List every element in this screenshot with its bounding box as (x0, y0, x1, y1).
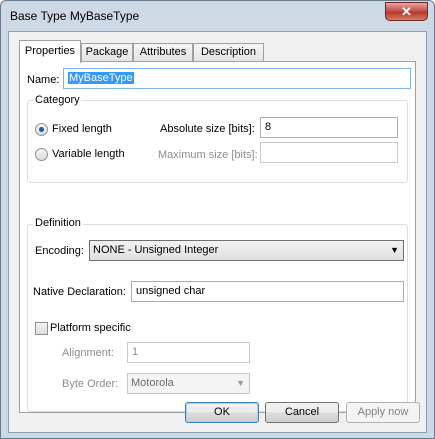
ok-button[interactable]: OK (185, 402, 259, 423)
tab-package[interactable]: Package (81, 43, 133, 62)
close-icon: ✕ (401, 4, 412, 19)
cancel-button[interactable]: Cancel (265, 402, 339, 423)
tab-label: Properties (24, 45, 76, 57)
close-button[interactable]: ✕ (385, 2, 428, 21)
encoding-select[interactable]: NONE - Unsigned Integer ▼ (89, 240, 404, 261)
native-declaration-input[interactable]: unsigned char (131, 281, 404, 302)
absolute-size-label: Absolute size [bits]: (160, 123, 255, 135)
byte-order-select[interactable]: Motorola ▼ (127, 373, 250, 394)
chevron-down-icon: ▼ (390, 245, 399, 255)
tab-label: Attributes (139, 46, 187, 58)
variable-length-radio[interactable] (35, 148, 48, 161)
platform-specific-checkbox[interactable] (35, 322, 48, 335)
variable-length-label[interactable]: Variable length (52, 148, 125, 160)
name-input[interactable]: MyBaseType (63, 68, 411, 89)
platform-specific-label[interactable]: Platform specific (50, 322, 131, 334)
alignment-input[interactable]: 1 (127, 342, 250, 363)
native-declaration-label: Native Declaration: (33, 286, 126, 298)
chevron-down-icon: ▼ (236, 378, 245, 388)
tab-label: Description (200, 46, 257, 58)
byte-order-label: Byte Order: (62, 378, 119, 390)
window-title: Base Type MyBaseType (10, 9, 140, 23)
maximum-size-label: Maximum size [bits]: (158, 149, 258, 161)
encoding-value: NONE - Unsigned Integer (93, 244, 219, 256)
tab-attributes[interactable]: Attributes (133, 43, 193, 62)
byte-order-value: Motorola (131, 377, 174, 389)
alignment-label: Alignment: (62, 347, 114, 359)
encoding-label: Encoding: (35, 245, 84, 257)
properties-panel: Name: MyBaseType Category Fixed length V… (19, 61, 416, 413)
dialog-window: Base Type MyBaseType ✕ Properties Packag… (0, 0, 435, 439)
dialog-body: Properties Package Attributes Descriptio… (8, 31, 427, 433)
tab-properties[interactable]: Properties (19, 40, 81, 63)
fixed-length-label[interactable]: Fixed length (52, 123, 112, 135)
definition-group-title: Definition (33, 217, 83, 229)
name-input-value: MyBaseType (68, 72, 134, 84)
tab-description[interactable]: Description (193, 43, 264, 62)
category-group-title: Category (33, 94, 82, 106)
absolute-size-input[interactable]: 8 (260, 117, 398, 138)
name-label: Name: (27, 74, 60, 86)
tab-label: Package (85, 46, 129, 58)
fixed-length-radio[interactable] (35, 123, 48, 136)
apply-now-button[interactable]: Apply now (346, 402, 420, 423)
title-bar[interactable]: Base Type MyBaseType ✕ (1, 1, 434, 31)
maximum-size-input[interactable] (260, 142, 398, 163)
